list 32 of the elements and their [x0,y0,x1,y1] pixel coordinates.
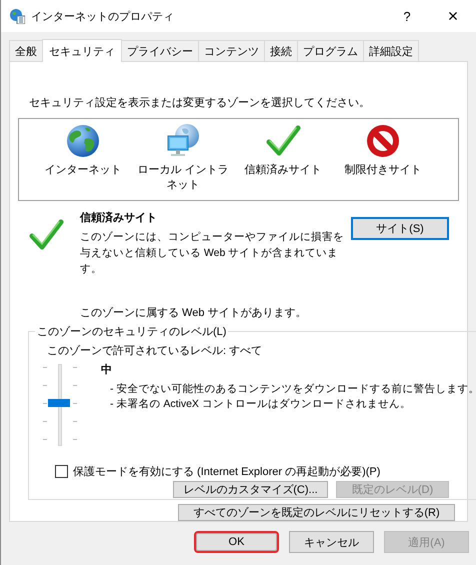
zone-description: このゾーンには、コンピューターやファイルに損害を与えないと信頼している Web サイトが含まれています。 [80,230,345,277]
level-slider[interactable] [43,362,77,446]
sites-button[interactable]: サイト(S) [351,216,449,240]
checkbox[interactable] [55,464,68,478]
tab[interactable]: 詳細設定 [363,40,419,61]
cancel-button[interactable]: キャンセル [289,531,374,553]
zone-label[interactable]: ローカル イントラネット [133,162,233,193]
zone-label[interactable]: インターネット [44,162,122,178]
reset-zones-button[interactable]: すべてのゾーンを既定のレベルにリセットする(R) [178,504,455,521]
globe-icon [65,122,101,159]
app-icon [9,8,25,24]
zone-label[interactable]: 信頼済みサイト [244,162,322,178]
level-description: - 未署名の ActiveX コントロールはダウンロードされません。 [110,396,412,412]
level-description: - 安全でない可能性のあるコンテンツをダウンロードする前に警告します。 [110,382,476,397]
slider-thumb[interactable] [48,398,70,407]
tab[interactable]: 全般 [9,40,43,61]
ok-button[interactable]: OK [194,531,279,553]
help-button[interactable]: ? [384,8,430,24]
tab[interactable]: セキュリティ [42,39,122,62]
level-name: 中 [101,362,113,377]
window-title: インターネットのプロパティ [31,10,175,24]
checkbox-label[interactable]: 保護モードを有効にする (Internet Explorer の再起動が必要)(P) [73,464,380,479]
instruction-text: セキュリティ設定を表示または変更するゾーンを選択してください。 [28,96,371,111]
zone-note: このゾーンに属する Web サイトがあります。 [80,306,308,320]
zone-label[interactable]: 制限付きサイト [344,162,422,178]
close-button[interactable]: × [430,6,476,26]
zone-title: 信頼済みサイト [80,210,158,225]
monitor-globe-icon [165,122,201,159]
no-entry-icon [365,122,401,159]
group-legend: このゾーンのセキュリティのレベル(L) [35,324,228,339]
custom-level-button[interactable]: レベルのカスタマイズ(C)... [173,480,328,498]
allowed-level-text: このゾーンで許可されているレベル: すべて [47,344,264,358]
